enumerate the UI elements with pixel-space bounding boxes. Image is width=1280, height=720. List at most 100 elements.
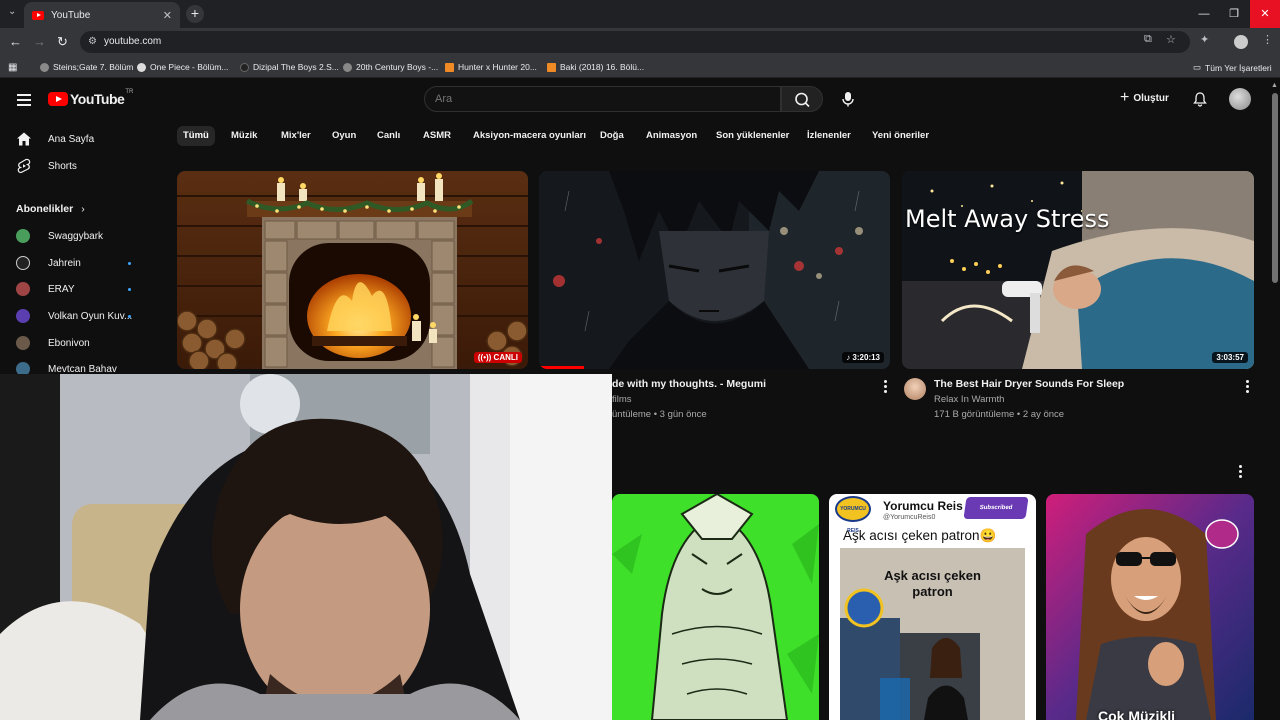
scroll-up-icon[interactable]: ▲: [1271, 82, 1278, 89]
live-indicator: [128, 288, 131, 291]
video-channel[interactable]: films: [612, 394, 632, 405]
video-thumbnail-megumi[interactable]: ♪ 3:20:13: [539, 171, 890, 369]
site-icon: [240, 62, 249, 72]
chip-new-to-you[interactable]: Yeni öneriler: [866, 126, 935, 146]
bookmark-item[interactable]: Hunter x Hunter 20...: [445, 62, 537, 72]
install-app-icon[interactable]: ⧉: [1144, 33, 1152, 46]
sidebar-subscription[interactable]: Swaggybark: [16, 229, 103, 243]
short-caption: Çok Müzikli: [1098, 708, 1176, 720]
bookmark-item[interactable]: 20th Century Boys -...: [343, 62, 438, 72]
site-info-icon[interactable]: ⚙: [88, 31, 97, 53]
apps-grid-icon[interactable]: ▦: [8, 62, 17, 73]
tab-close-icon[interactable]: ✕: [163, 9, 172, 22]
browser-tab-youtube[interactable]: YouTube ✕: [24, 2, 180, 28]
channel-avatar: [16, 229, 30, 243]
voice-search-button[interactable]: [838, 89, 858, 109]
sidebar-item-home[interactable]: Ana Sayfa: [16, 131, 94, 147]
sidebar-subscription[interactable]: ERAY: [16, 282, 75, 296]
create-button[interactable]: + Oluştur: [1120, 89, 1169, 106]
video-thumbnail-hair-dryer[interactable]: Melt Away Stress 3:03:57: [902, 171, 1254, 369]
chip-action-adventure[interactable]: Aksiyon-macera oyunları: [467, 126, 592, 146]
channel-avatar: [16, 256, 30, 270]
short-thumbnail-comedy[interactable]: Çok Müzikli: [1046, 494, 1254, 720]
chip-all[interactable]: Tümü: [177, 126, 215, 146]
plus-icon: +: [1120, 89, 1130, 106]
browser-tab-bar: ⌄ YouTube ✕ + — ❐ ✕: [0, 0, 1280, 28]
chevron-right-icon: ›: [81, 203, 85, 215]
channel-avatar[interactable]: [904, 378, 926, 400]
bell-icon: [1193, 92, 1207, 107]
menu-hamburger-icon[interactable]: [17, 94, 31, 109]
address-bar[interactable]: ⚙ youtube.com: [80, 31, 1190, 53]
chip-recently-uploaded[interactable]: Son yüklenenler: [710, 126, 795, 146]
site-icon: [445, 62, 454, 72]
comedian-thumbnail-image: [1046, 494, 1254, 720]
sidebar-item-shorts[interactable]: Shorts: [16, 158, 77, 174]
forward-icon[interactable]: →: [33, 34, 46, 50]
streamer-webcam-image: [0, 374, 612, 720]
sidebar-subscription[interactable]: Jahrein: [16, 256, 81, 270]
sidebar-subscriptions-header[interactable]: Abonelikler ›: [16, 203, 85, 215]
bookmark-item[interactable]: Steins;Gate 7. Bölüm: [40, 62, 133, 72]
video-title[interactable]: de with my thoughts. - Megumi: [612, 378, 766, 390]
bookmark-item[interactable]: One Piece - Bölüm...: [137, 62, 228, 72]
bookmark-item[interactable]: Baki (2018) 16. Bölü...: [547, 62, 644, 72]
reload-icon[interactable]: ↻: [57, 34, 68, 50]
notifications-button[interactable]: [1192, 91, 1208, 107]
video-meta: üntüleme • 3 gün önce: [612, 409, 707, 420]
youtube-play-icon: [48, 92, 68, 106]
home-icon: [17, 132, 31, 146]
bookmark-star-icon[interactable]: ☆: [1166, 33, 1176, 46]
sidebar-subscription[interactable]: Volkan Oyun Kuv...: [16, 309, 132, 323]
short-thumbnail-yorumcu-reis[interactable]: YORUMCU REIS Yorumcu Reis @YorumcuReis0 …: [829, 494, 1036, 720]
site-icon: [547, 62, 556, 72]
window-close-icon[interactable]: ✕: [1250, 0, 1280, 28]
short-caption: Aşk acısı çeken patron: [884, 568, 981, 599]
bookmark-item[interactable]: Dizipal The Boys 2.S...: [240, 62, 339, 72]
restore-icon[interactable]: ❐: [1218, 0, 1250, 28]
thumbnail-overlay-text: Melt Away Stress: [905, 205, 1110, 233]
chip-watched[interactable]: İzlenenler: [801, 126, 857, 146]
browser-menu-icon[interactable]: ⋮: [1262, 33, 1273, 46]
microphone-icon: [842, 92, 854, 107]
channel-avatar: [16, 336, 30, 350]
search-button[interactable]: [781, 86, 823, 112]
folder-icon: ▭: [1193, 62, 1202, 72]
chip-asmr[interactable]: ASMR: [417, 126, 457, 146]
globe-icon: [343, 62, 352, 72]
minimize-icon[interactable]: —: [1188, 0, 1220, 28]
chip-gaming[interactable]: Oyun: [326, 126, 362, 146]
account-avatar[interactable]: [1229, 88, 1251, 110]
video-title[interactable]: The Best Hair Dryer Sounds For Sleep: [934, 378, 1124, 390]
video-channel[interactable]: Relax In Warmth: [934, 394, 1004, 405]
extensions-icon[interactable]: ✦: [1200, 33, 1209, 46]
back-icon[interactable]: ←: [9, 34, 22, 50]
all-bookmarks-folder[interactable]: ▭ Tüm Yer İşaretleri: [1193, 62, 1272, 73]
short-thumbnail-anime[interactable]: [612, 494, 819, 720]
channel-logo: YORUMCU REIS: [835, 496, 871, 534]
chip-animation[interactable]: Animasyon: [640, 126, 703, 146]
address-url: youtube.com: [104, 36, 162, 47]
sidebar-subscription[interactable]: Ebonivon: [16, 336, 90, 350]
webcam-overlay: [0, 374, 612, 720]
profile-avatar-icon[interactable]: [1234, 35, 1248, 49]
new-tab-button[interactable]: +: [186, 5, 204, 23]
channel-avatar: [16, 282, 30, 296]
video-thumbnail-fireplace[interactable]: ((•)) CANLI: [177, 171, 528, 369]
tab-search-icon[interactable]: ⌄: [8, 6, 16, 17]
more-actions-icon[interactable]: [884, 380, 887, 395]
search-input[interactable]: [424, 86, 781, 112]
page-scrollbar[interactable]: ▲: [1270, 79, 1280, 720]
channel-avatar: [16, 309, 30, 323]
shorts-more-icon[interactable]: [1239, 465, 1242, 480]
youtube-logo[interactable]: YouTube TR: [48, 89, 133, 107]
hair-dryer-thumbnail-image: [902, 171, 1254, 369]
scrollbar-thumb[interactable]: [1272, 93, 1278, 283]
live-broadcast-icon: ((•)): [477, 353, 494, 362]
chip-nature[interactable]: Doğa: [594, 126, 630, 146]
chip-live[interactable]: Canlı: [371, 126, 406, 146]
chip-music[interactable]: Müzik: [225, 126, 263, 146]
more-actions-icon[interactable]: [1246, 380, 1249, 395]
site-icon: [137, 62, 146, 72]
chip-mixes[interactable]: Mix'ler: [275, 126, 317, 146]
